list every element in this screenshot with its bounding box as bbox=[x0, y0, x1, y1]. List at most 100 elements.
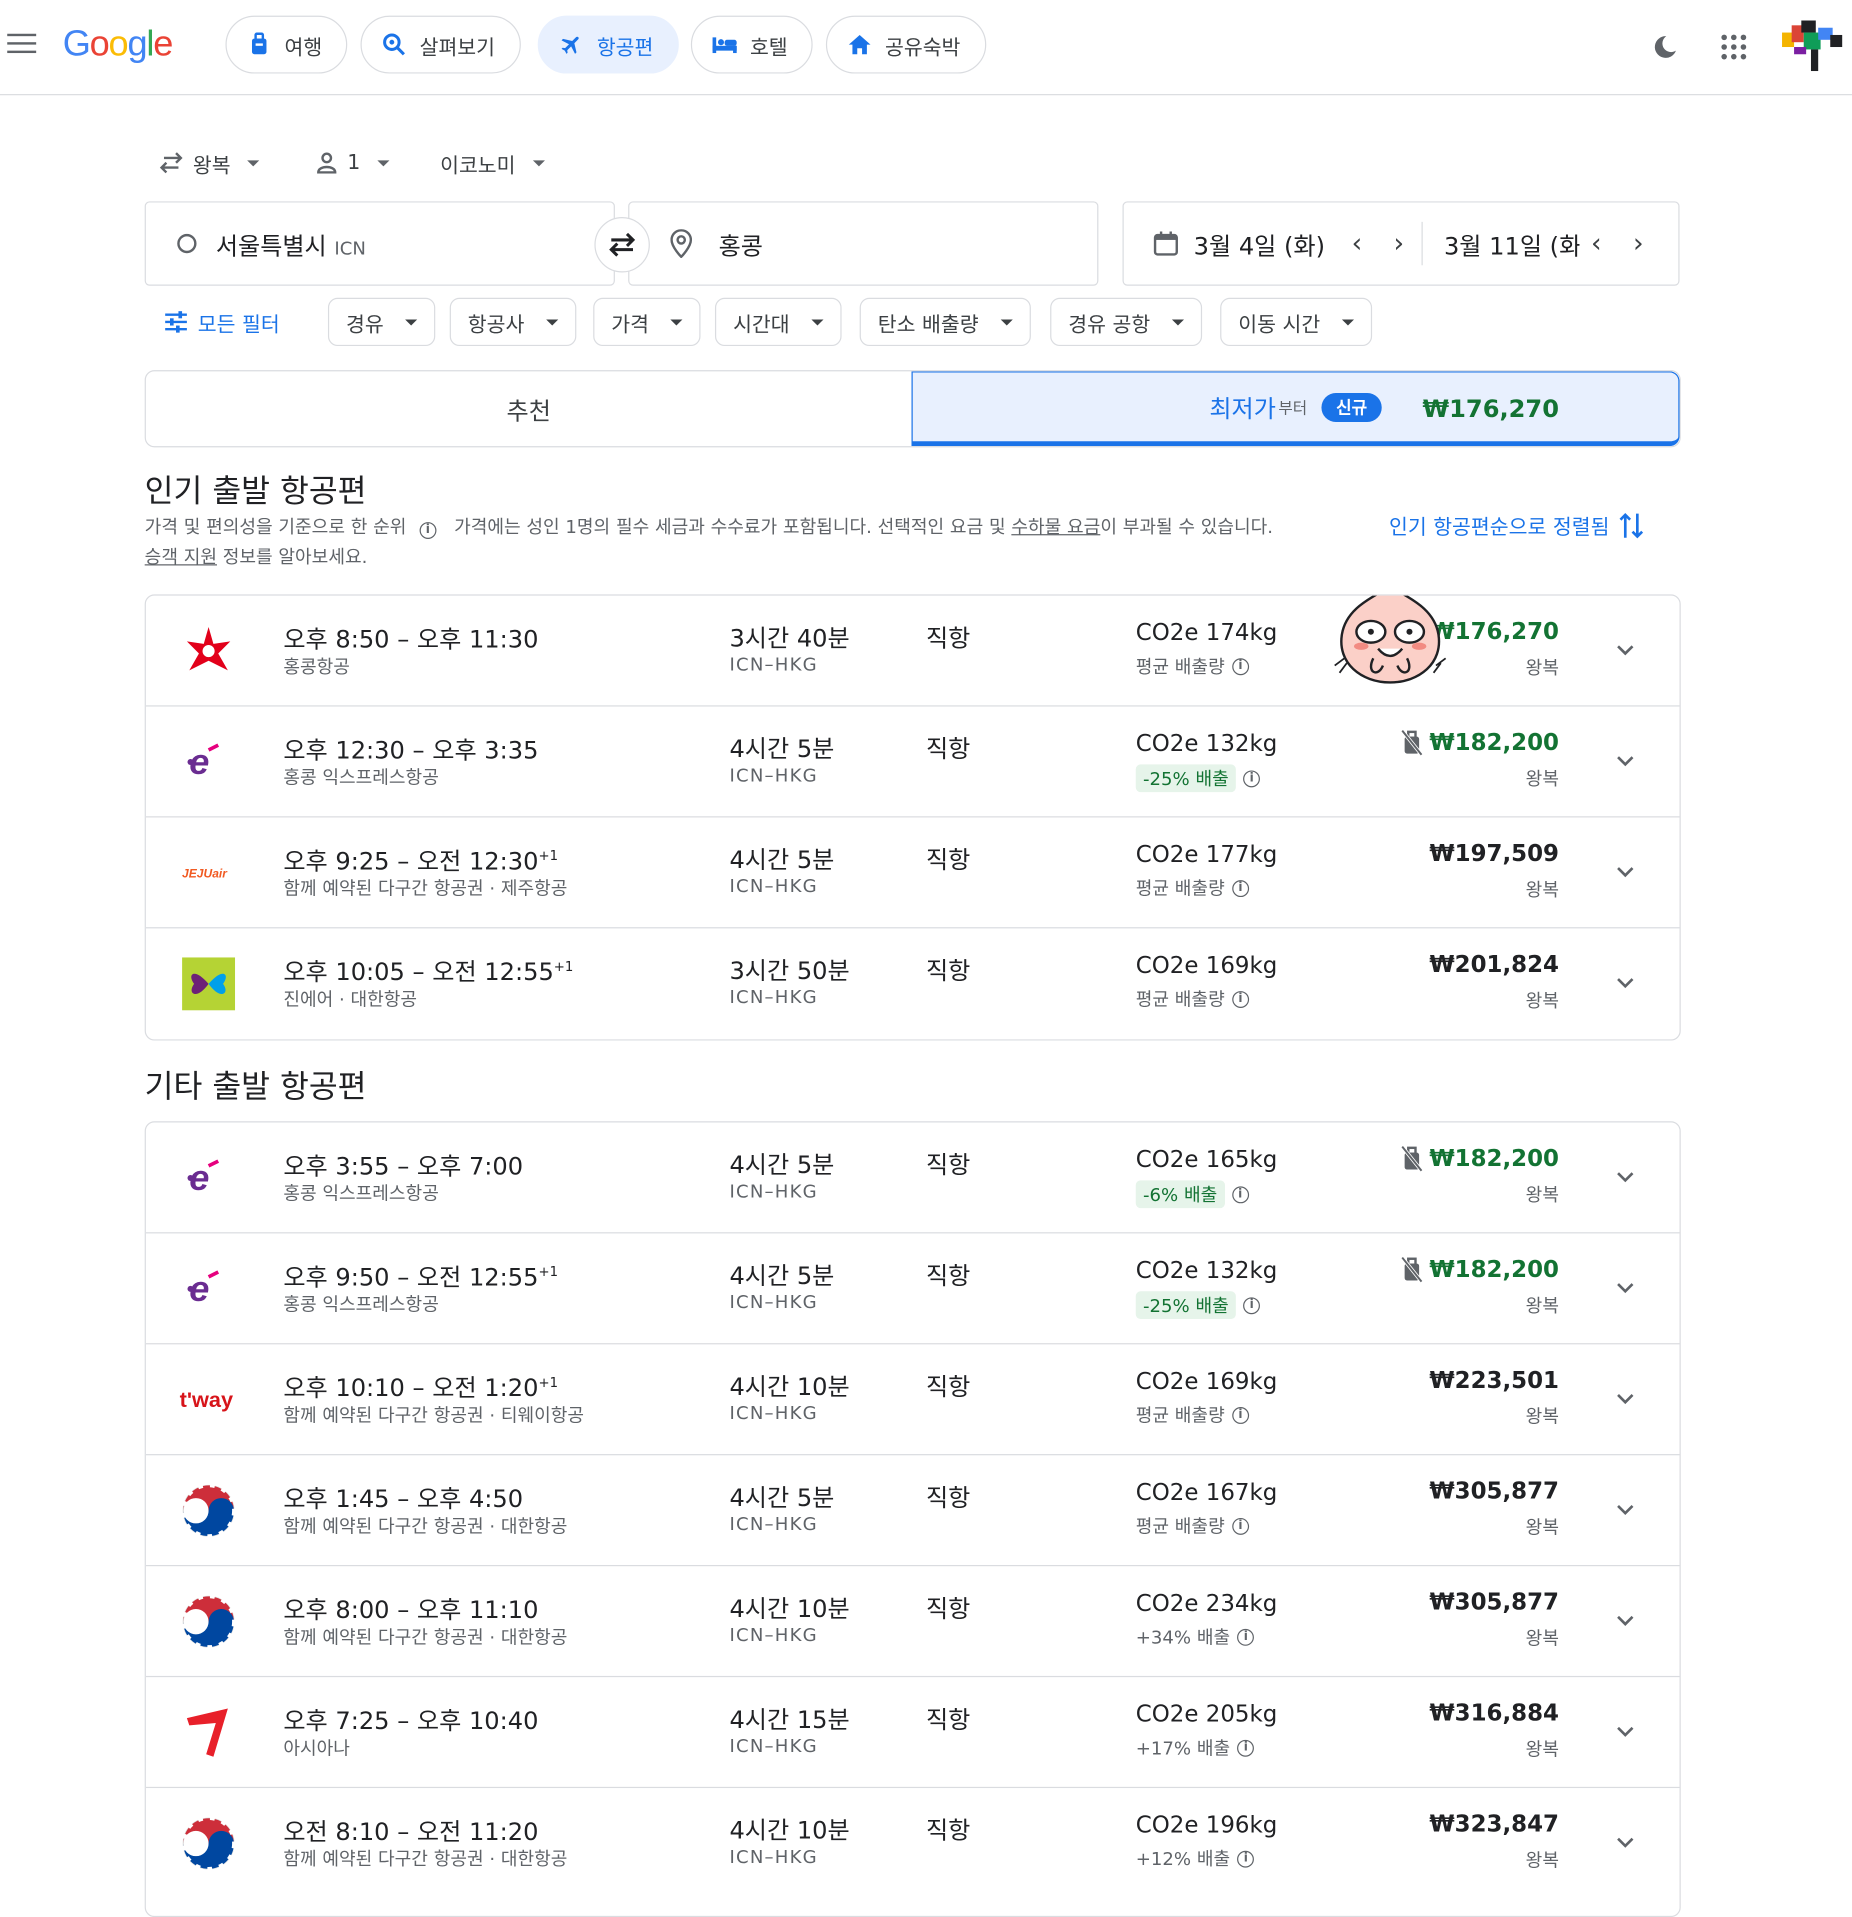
filter-airlines[interactable]: 항공사 bbox=[449, 297, 577, 347]
return-date-value[interactable]: 3월 11일 (화) bbox=[1444, 226, 1579, 261]
emission-info: 평균 배출량 i bbox=[1136, 875, 1249, 900]
info-icon[interactable]: i bbox=[419, 521, 437, 539]
emission-info: 평균 배출량 i bbox=[1136, 1402, 1249, 1427]
info-icon[interactable]: i bbox=[1231, 990, 1249, 1008]
explore-search-icon bbox=[381, 31, 408, 58]
filter-connecting-airports[interactable]: 경유 공항 bbox=[1050, 297, 1203, 347]
chevron-down-icon[interactable] bbox=[1614, 1166, 1636, 1188]
chevron-down-icon[interactable] bbox=[1614, 1721, 1636, 1743]
info-icon[interactable]: i bbox=[1237, 1739, 1255, 1757]
flight-row[interactable]: 오후 7:25 – 오후 10:40 아시아나 4시간 15분 ICN–HKG 직항 CO… bbox=[145, 1677, 1680, 1789]
trip-type-select[interactable]: 왕복 bbox=[159, 145, 260, 181]
asiana-logo bbox=[180, 1704, 238, 1762]
emission-label: 평균 배출량 bbox=[1135, 1515, 1225, 1538]
chip-vacation-rentals[interactable]: 공유숙박 bbox=[825, 15, 986, 74]
flight-row[interactable]: e 오후 3:55 – 오후 7:00 홍콩 익스프레스항공 4시간 5분 ICN–HK… bbox=[145, 1123, 1680, 1234]
emission-label: -25% 배출 bbox=[1135, 764, 1236, 793]
depart-next-icon[interactable]: › bbox=[1394, 228, 1405, 258]
flight-stops: 직항 bbox=[925, 623, 971, 653]
google-logo[interactable]: Google bbox=[63, 24, 174, 65]
info-icon[interactable]: i bbox=[1231, 657, 1249, 675]
origin-code: ICN bbox=[334, 236, 366, 259]
filter-stops[interactable]: 경유 bbox=[327, 297, 436, 347]
emission-label: 평균 배출량 bbox=[1135, 877, 1225, 900]
flight-row[interactable]: e 오후 12:30 – 오후 3:35 홍콩 익스프레스항공 4시간 5분 ICN–H… bbox=[145, 707, 1680, 818]
flight-row[interactable]: 오전 8:10 – 오전 11:20 함께 예약된 다구간 항공권 · 대한항공 4… bbox=[146, 1788, 1680, 1899]
info-icon[interactable]: i bbox=[1231, 879, 1249, 897]
flight-row[interactable]: 오후 8:00 – 오후 11:10 함께 예약된 다구간 항공권 · 대한항공 4… bbox=[145, 1566, 1680, 1678]
passengers-select[interactable]: 1 bbox=[316, 145, 390, 181]
return-prev-icon[interactable]: ‹ bbox=[1591, 228, 1602, 258]
filter-price[interactable]: 가격 bbox=[593, 297, 701, 347]
info-icon[interactable]: i bbox=[1231, 1517, 1249, 1535]
flight-stops: 직항 bbox=[925, 956, 971, 986]
flight-row[interactable]: 오후 10:05 – 오전 12:55+1 진에어 · 대한항공 3시간 50분 IC… bbox=[146, 928, 1680, 1039]
info-icon[interactable]: i bbox=[1243, 1296, 1261, 1314]
filter-duration[interactable]: 이동 시간 bbox=[1220, 297, 1373, 347]
chevron-down-icon[interactable] bbox=[1614, 972, 1636, 994]
info-icon[interactable]: i bbox=[1237, 1850, 1255, 1868]
trip-type-label: 왕복 bbox=[1525, 1738, 1559, 1761]
swap-locations-button[interactable] bbox=[594, 217, 650, 273]
depart-date-value[interactable]: 3월 4일 (화) bbox=[1194, 226, 1325, 261]
chevron-down-icon[interactable] bbox=[1614, 1831, 1636, 1853]
filter-label: 경유 bbox=[346, 312, 384, 337]
info-icon[interactable]: i bbox=[1243, 769, 1261, 787]
chip-hotels[interactable]: 호텔 bbox=[690, 15, 813, 74]
date-field[interactable]: 3월 4일 (화) ‹ › 3월 11일 (화) ‹ › bbox=[1122, 201, 1680, 286]
flight-duration: 3시간 50분 bbox=[729, 956, 850, 986]
flight-row[interactable]: 오후 1:45 – 오후 4:50 함께 예약된 다구간 항공권 · 대한항공 4시… bbox=[145, 1455, 1680, 1567]
origin-field[interactable]: 서울특별시 ICN bbox=[144, 201, 615, 286]
chevron-down-icon[interactable] bbox=[1614, 1499, 1636, 1521]
info-icon[interactable]: i bbox=[1231, 1185, 1249, 1203]
chip-travel[interactable]: 여행 bbox=[225, 15, 348, 74]
dark-mode-icon[interactable] bbox=[1649, 31, 1680, 62]
chevron-down-icon[interactable] bbox=[1614, 750, 1636, 772]
passenger-assistance-link[interactable]: 승객 지원 bbox=[145, 546, 217, 568]
menu-icon[interactable] bbox=[7, 33, 37, 56]
tab-cheapest[interactable]: 최저가 ₩176,270 부터 신규 bbox=[911, 371, 1680, 447]
flight-row[interactable]: JEJUair 오후 9:25 – 오전 12:30+1 함께 예약된 다구간 항공… bbox=[145, 817, 1680, 929]
flight-row[interactable]: e 오후 9:50 – 오전 12:55+1 홍콩 익스프레스항공 4시간 5분 ICN… bbox=[145, 1233, 1680, 1345]
apps-grid-icon[interactable] bbox=[1718, 31, 1749, 62]
all-filters-button[interactable]: 모든 필터 bbox=[147, 298, 296, 346]
chevron-down-icon[interactable] bbox=[1614, 1388, 1636, 1410]
baggage-fees-link[interactable]: 수하물 요금 bbox=[1011, 516, 1100, 538]
price-value: ₩223,501 bbox=[1429, 1367, 1559, 1394]
trip-type-label: 왕복 bbox=[1525, 878, 1559, 901]
flight-times: 오후 3:55 – 오후 7:00 bbox=[283, 1147, 523, 1182]
depart-prev-icon[interactable]: ‹ bbox=[1352, 228, 1363, 258]
chip-explore[interactable]: 살펴보기 bbox=[360, 15, 521, 74]
return-next-icon[interactable]: › bbox=[1633, 228, 1644, 258]
peach-character-sticker bbox=[1330, 595, 1451, 700]
chevron-down-icon[interactable] bbox=[1614, 1610, 1636, 1632]
avatar[interactable] bbox=[1782, 20, 1843, 72]
flight-row[interactable]: t'way 오후 10:10 – 오전 1:20+1 함께 예약된 다구간 항공권 … bbox=[145, 1344, 1680, 1456]
flight-duration: 4시간 5분 bbox=[729, 845, 835, 875]
cathay-logo bbox=[180, 622, 238, 680]
cabin-class-select[interactable]: 이코노미 bbox=[440, 145, 545, 181]
next-day-marker: +1 bbox=[538, 1374, 559, 1391]
info-icon[interactable]: i bbox=[1237, 1628, 1255, 1646]
destination-field[interactable]: 홍콩 bbox=[628, 201, 1099, 286]
info-icon[interactable]: i bbox=[1231, 1406, 1249, 1424]
no-carry-on-bag-icon bbox=[1400, 729, 1423, 756]
chevron-down-icon[interactable] bbox=[1614, 861, 1636, 883]
caret-down-icon bbox=[532, 159, 545, 166]
korean-air-logo bbox=[180, 1815, 238, 1873]
flight-duration: 4시간 10분 bbox=[729, 1372, 850, 1402]
chip-flights[interactable]: 항공편 bbox=[537, 15, 679, 74]
flight-duration: 3시간 40분 bbox=[729, 623, 850, 653]
chevron-down-icon[interactable] bbox=[1614, 639, 1636, 661]
filter-emissions[interactable]: 탄소 배출량 bbox=[859, 297, 1031, 347]
filter-times[interactable]: 시간대 bbox=[714, 297, 842, 347]
top-flights-list: 오후 8:50 – 오후 11:30 홍콩항공 3시간 40분 ICN–HKG 직항 CO… bbox=[144, 594, 1681, 1041]
tab-best[interactable]: 추천 bbox=[146, 371, 912, 446]
chevron-down-icon[interactable] bbox=[1614, 1277, 1636, 1299]
sort-button[interactable]: 인기 항공편순으로 정렬됨 bbox=[1389, 510, 1643, 540]
co2-value: CO2e 205kg bbox=[1135, 1701, 1278, 1728]
flight-times: 오후 9:50 – 오전 12:55+1 bbox=[283, 1258, 558, 1293]
luggage-icon bbox=[246, 31, 273, 58]
caret-down-icon bbox=[1000, 318, 1013, 325]
tax-note-end: 이 부과될 수 있습니다. bbox=[1100, 516, 1274, 538]
